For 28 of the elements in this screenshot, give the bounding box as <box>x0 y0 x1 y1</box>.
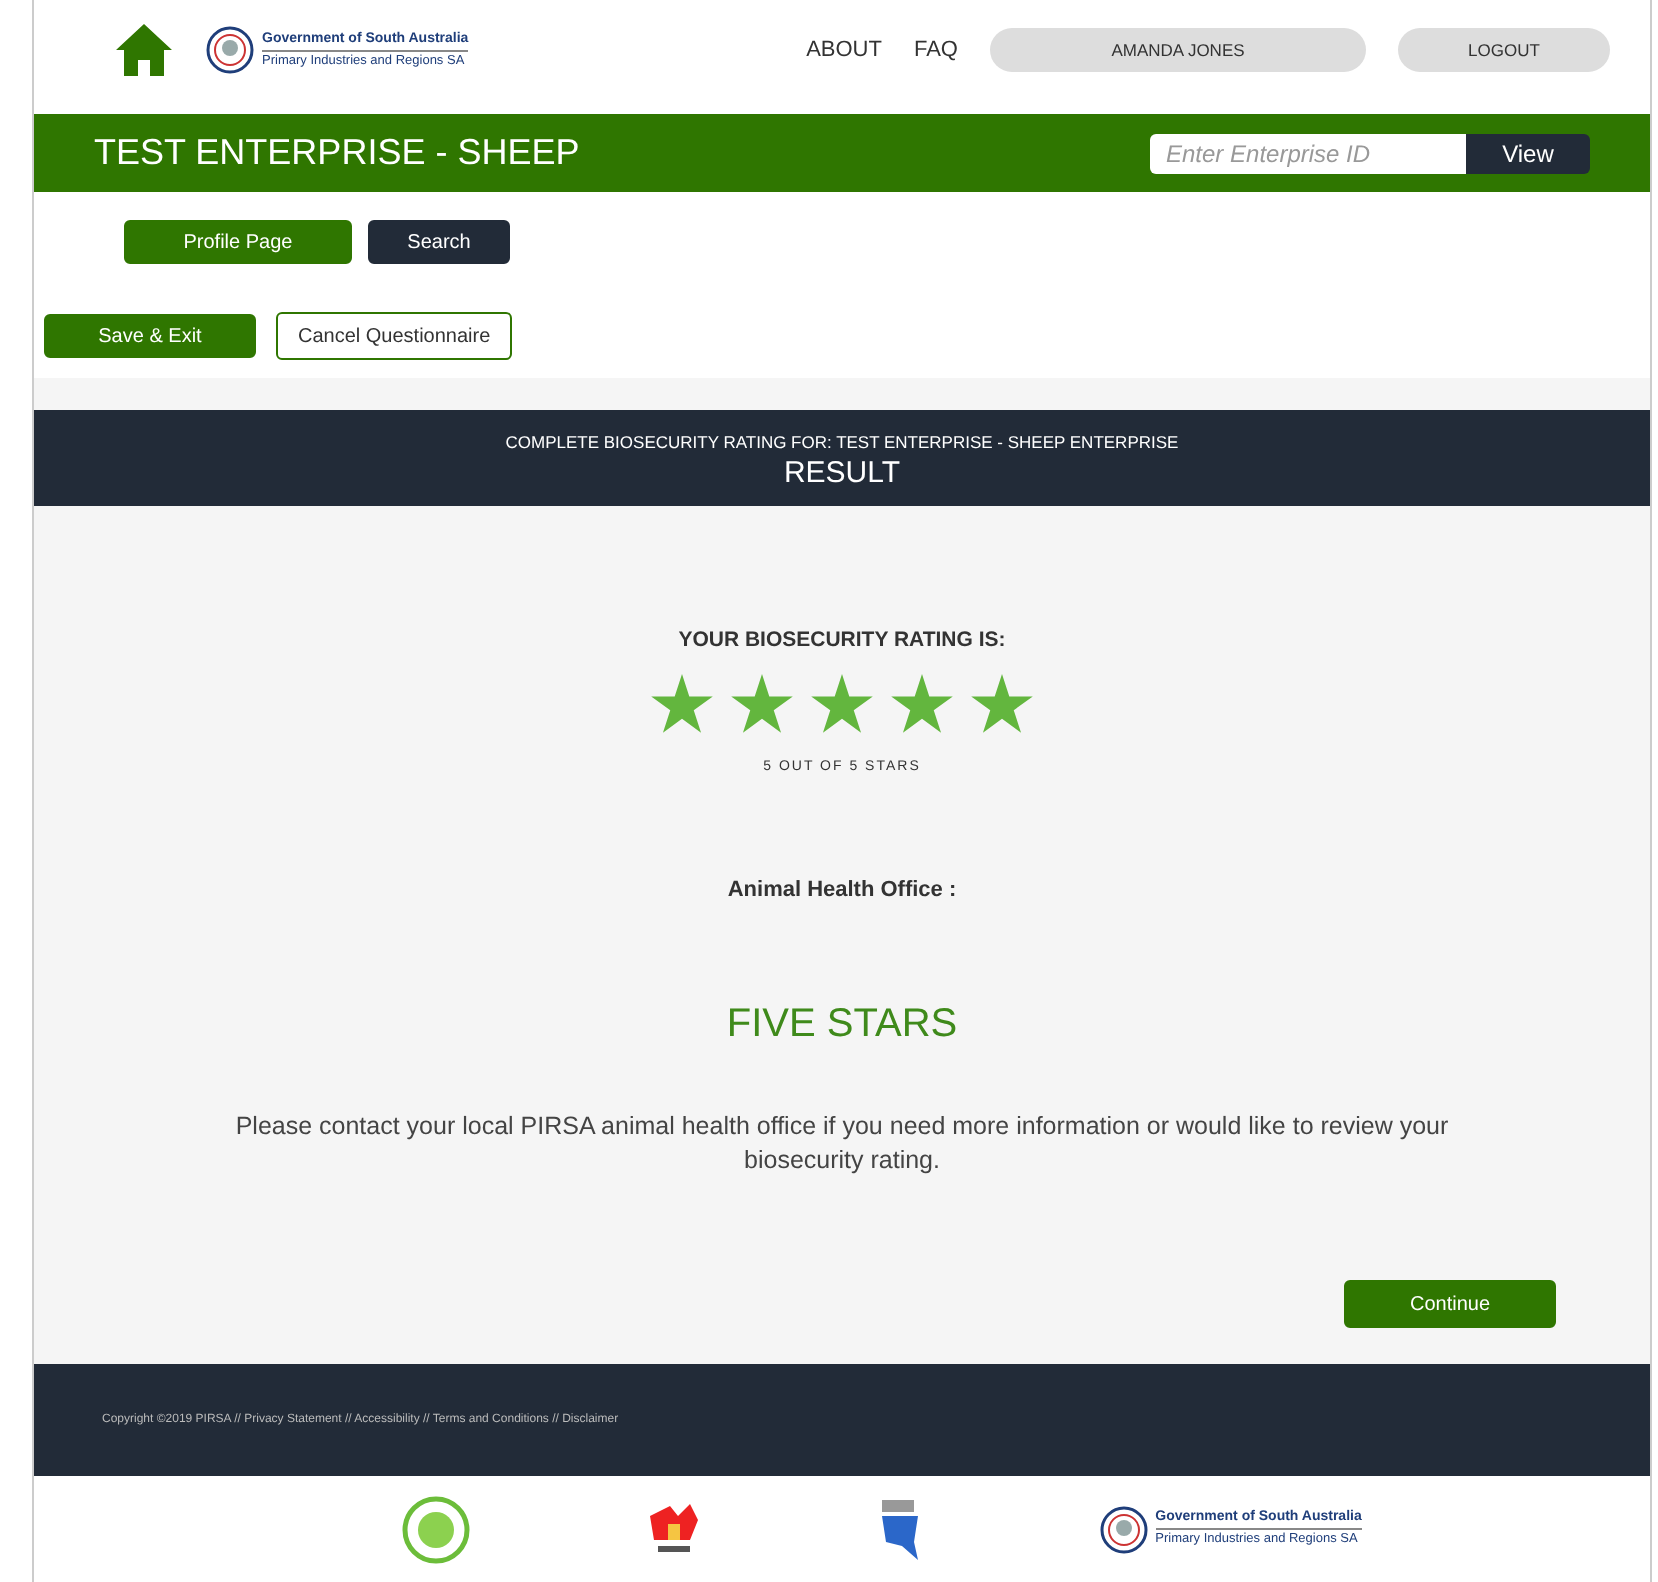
enterprise-id-field[interactable]: Enter Enterprise ID <box>1150 133 1466 173</box>
tab-button[interactable]: Profile Page <box>124 220 352 264</box>
tab-button[interactable]: Search <box>368 220 510 264</box>
home-icon[interactable] <box>114 22 174 78</box>
contact-message: Please contact your local PIRSA animal health office if you need more information or would like to review your biosecurity rating. <box>233 1109 1451 1177</box>
nav-link[interactable]: ABOUT <box>806 33 882 67</box>
office-label: Animal Health Office : <box>725 876 959 907</box>
crest-icon <box>206 26 254 74</box>
logout-button[interactable]: LOGOUT <box>1398 28 1610 72</box>
livestock-logo-icon <box>878 1497 923 1561</box>
star-icon <box>810 673 874 734</box>
banner-subtitle: COMPLETE BIOSECURITY RATING FOR: TEST ENTERPRISE - SHEEP ENTERPRISE <box>503 430 1181 456</box>
action-button[interactable]: Cancel Questionnaire <box>276 312 513 360</box>
user-button[interactable]: AMANDA JONES <box>990 28 1366 72</box>
enterprise-title: TEST ENTERPRISE - SHEEP <box>94 130 580 176</box>
badge-logo-icon <box>402 1495 471 1563</box>
banner-title: RESULT <box>781 455 903 492</box>
star-icon <box>970 673 1034 734</box>
view-button[interactable]: View <box>1466 133 1590 173</box>
star-icon <box>650 673 714 734</box>
nav-link[interactable]: FAQ <box>913 33 958 67</box>
crest-icon <box>1099 1505 1148 1553</box>
rating-text: FIVE STARS <box>724 999 960 1050</box>
star-icon <box>890 673 954 734</box>
action-button[interactable]: Save & Exit <box>44 314 256 358</box>
rating-heading: YOUR BIOSECURITY RATING IS: <box>676 626 1008 656</box>
continue-button[interactable]: Continue <box>1344 1280 1556 1328</box>
star-icon <box>730 673 794 734</box>
